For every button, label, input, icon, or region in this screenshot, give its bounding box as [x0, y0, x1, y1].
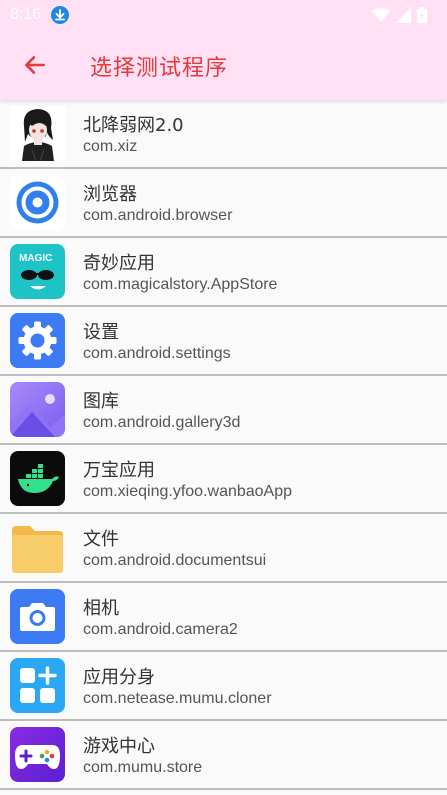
- app-row[interactable]: 应用分身 com.netease.mumu.cloner: [0, 652, 447, 721]
- app-bar: 选择测试程序: [0, 30, 447, 100]
- folder-icon: [10, 520, 65, 575]
- app-row[interactable]: 浏览器 com.android.browser: [0, 169, 447, 238]
- app-row[interactable]: 北降弱网2.0 com.xiz: [0, 100, 447, 169]
- app-package: com.android.settings: [83, 345, 231, 362]
- app-name: 万宝应用: [83, 460, 155, 481]
- app-name: 浏览器: [83, 184, 137, 205]
- app-name: 相机: [83, 598, 119, 619]
- app-package: com.android.camera2: [83, 621, 238, 638]
- battery-charging-icon: [417, 7, 427, 23]
- app-package: com.android.gallery3d: [83, 414, 241, 431]
- app-name: 游戏中心: [83, 736, 155, 757]
- gallery-icon: [10, 382, 65, 437]
- app-name: 文件: [83, 529, 119, 550]
- app-row[interactable]: 设置 com.android.settings: [0, 307, 447, 376]
- app-name: 奇妙应用: [83, 253, 155, 274]
- app-name: 北降弱网2.0: [83, 115, 184, 136]
- app-name: 应用分身: [83, 667, 155, 688]
- browser-icon: [10, 175, 65, 230]
- status-bar: 8:16: [0, 0, 447, 30]
- gamepad-icon: [10, 727, 65, 782]
- signal-icon: [396, 7, 411, 23]
- app-list: 北降弱网2.0 com.xiz 浏览器 com.android.browser …: [0, 100, 447, 790]
- app-package: com.xiz: [83, 138, 138, 155]
- anime-avatar-icon: [10, 106, 65, 161]
- app-name: 设置: [83, 322, 119, 343]
- camera-icon: [10, 589, 65, 644]
- app-row[interactable]: 文件 com.android.documentsui: [0, 514, 447, 583]
- wifi-icon: [372, 7, 390, 22]
- app-package: com.xieqing.yfoo.wanbaoApp: [83, 483, 293, 500]
- download-icon: [51, 6, 69, 24]
- magic-app-icon: MAGIC: [10, 244, 65, 299]
- status-time: 8:16: [10, 6, 42, 23]
- settings-gear-icon: [10, 313, 65, 368]
- arrow-left-icon[interactable]: [22, 52, 48, 78]
- app-package: com.android.browser: [83, 207, 233, 224]
- app-name: 图库: [83, 391, 119, 412]
- app-package: com.netease.mumu.cloner: [83, 690, 272, 707]
- app-row[interactable]: 游戏中心 com.mumu.store: [0, 721, 447, 790]
- app-cloner-icon: [10, 658, 65, 713]
- page-title: 选择测试程序: [90, 56, 229, 81]
- app-package: com.android.documentsui: [83, 552, 267, 569]
- app-row[interactable]: MAGIC 奇妙应用 com.magicalstory.AppStore: [0, 238, 447, 307]
- docker-whale-icon: [10, 451, 65, 506]
- magic-icon-text: MAGIC: [19, 253, 52, 264]
- app-package: com.mumu.store: [83, 759, 203, 776]
- app-row[interactable]: 相机 com.android.camera2: [0, 583, 447, 652]
- app-package: com.magicalstory.AppStore: [83, 276, 278, 293]
- app-row[interactable]: 万宝应用 com.xieqing.yfoo.wanbaoApp: [0, 445, 447, 514]
- app-row[interactable]: 图库 com.android.gallery3d: [0, 376, 447, 445]
